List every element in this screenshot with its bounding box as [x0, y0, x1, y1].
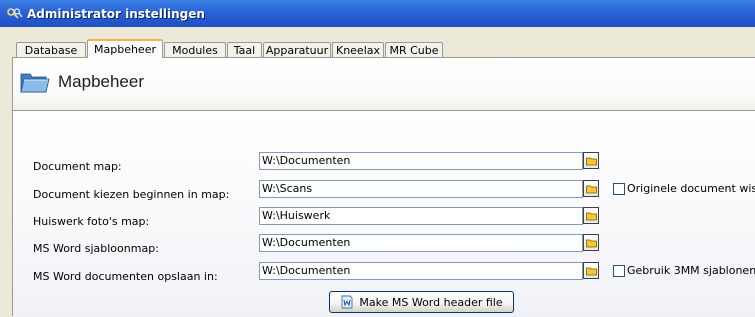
tab-strip: Database Mapbeheer Modules Taal Apparatu… — [0, 27, 755, 58]
browse-folder-icon — [585, 267, 597, 275]
label-document-kiezen: Document kiezen beginnen in map: — [33, 188, 230, 201]
folder-icon — [19, 68, 51, 96]
tab-taal[interactable]: Taal — [227, 42, 262, 57]
window-title: Administrator instellingen — [27, 6, 205, 21]
gebruik-3mm-sjablonen-checkbox[interactable]: Gebruik 3MM sjablonen — [613, 264, 755, 277]
admin-keys-icon — [7, 7, 23, 21]
label-sjabloonmap: MS Word sjabloonmap: — [33, 242, 159, 255]
tab-kneelax[interactable]: Kneelax — [332, 42, 384, 57]
browse-document-map-button[interactable] — [583, 152, 599, 169]
checkbox-box[interactable] — [613, 264, 625, 277]
tab-database[interactable]: Database — [16, 42, 86, 57]
document-kiezen-input[interactable]: W:\Scans — [259, 180, 583, 198]
tab-apparatuur[interactable]: Apparatuur — [263, 42, 331, 57]
make-word-header-label: Make MS Word header file — [359, 295, 503, 309]
tab-mr-cube[interactable]: MR Cube — [385, 42, 443, 57]
sjabloonmap-input[interactable]: W:\Documenten — [259, 234, 583, 252]
browse-huiswerk-map-button[interactable] — [583, 207, 599, 224]
page-title: Mapbeheer — [58, 72, 145, 91]
browse-folder-icon — [585, 157, 597, 165]
browse-opslaan-in-button[interactable] — [583, 262, 599, 279]
browse-folder-icon — [585, 239, 597, 247]
label-huiswerk-map: Huiswerk foto's map: — [33, 215, 150, 228]
browse-document-kiezen-button[interactable] — [583, 180, 599, 197]
label-opslaan-in: MS Word documenten opslaan in: — [33, 270, 218, 283]
opslaan-in-input[interactable]: W:\Documenten — [259, 262, 583, 280]
label-document-map: Document map: — [33, 160, 122, 173]
make-word-header-button[interactable]: Make MS Word header file — [329, 291, 514, 313]
browse-folder-icon — [585, 185, 597, 193]
originele-document-wissen-checkbox[interactable]: Originele document wissen — [613, 182, 755, 195]
document-map-input[interactable]: W:\Documenten — [259, 152, 583, 170]
browse-folder-icon — [585, 212, 597, 220]
tab-panel: Mapbeheer Document map: W:\Documenten Do… — [12, 57, 755, 317]
huiswerk-map-input[interactable]: W:\Huiswerk — [259, 207, 583, 225]
browse-sjabloonmap-button[interactable] — [583, 234, 599, 251]
word-document-icon — [340, 295, 354, 309]
checkbox-label: Gebruik 3MM sjablonen — [627, 264, 755, 277]
checkbox-label: Originele document wissen — [627, 182, 755, 195]
page-header: Mapbeheer — [13, 58, 755, 110]
checkbox-box[interactable] — [613, 182, 625, 195]
title-bar: Administrator instellingen — [0, 0, 755, 27]
tab-mapbeheer[interactable]: Mapbeheer — [87, 39, 163, 58]
tab-modules[interactable]: Modules — [164, 42, 226, 57]
